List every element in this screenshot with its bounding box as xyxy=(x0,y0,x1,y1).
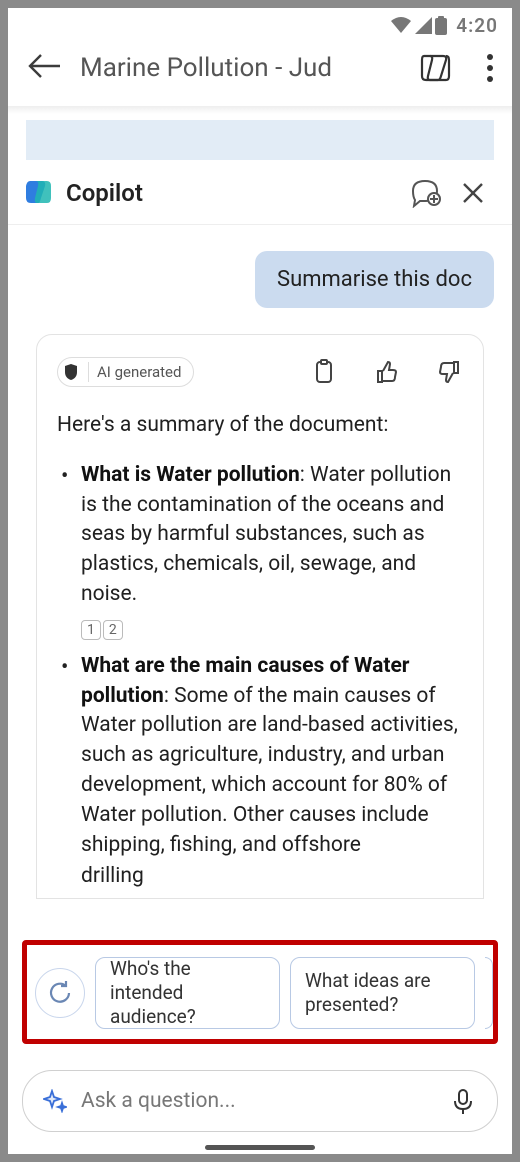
bullet-body: : Some of the main causes of Water pollu… xyxy=(81,684,458,857)
overflow-menu-button[interactable] xyxy=(486,53,494,83)
copilot-launch-button[interactable] xyxy=(418,52,454,84)
suggestion-label: What ideas are presented? xyxy=(305,969,460,1017)
thumbs-down-button[interactable] xyxy=(435,358,463,386)
response-toolbar: AI generated xyxy=(57,357,463,387)
response-intro: Here's a summary of the document: xyxy=(57,411,463,441)
suggestion-audience-button[interactable]: Who's the intended audience? xyxy=(95,957,280,1029)
response-bullet: What are the main causes of Water pollut… xyxy=(81,652,463,861)
ask-input-bar[interactable]: Ask a question... xyxy=(22,1070,498,1132)
ai-badge-label: AI generated xyxy=(97,363,181,381)
suggestion-row-highlighted: Who's the intended audience? What ideas … xyxy=(22,940,498,1044)
chat-scroll-area[interactable]: Summarise this doc AI generated xyxy=(8,225,512,909)
close-button[interactable] xyxy=(456,181,490,205)
ai-generated-badge[interactable]: AI generated xyxy=(57,357,194,387)
user-message-bubble: Summarise this doc xyxy=(255,251,494,308)
status-clock: 4:20 xyxy=(456,14,498,37)
thumbs-up-button[interactable] xyxy=(373,358,401,386)
document-title: Marine Pollution - Jud xyxy=(80,53,400,83)
bullet-title: What is Water pollution xyxy=(81,463,300,487)
citation-chip[interactable]: 2 xyxy=(103,620,123,640)
android-home-indicator[interactable] xyxy=(205,1145,315,1150)
copy-button[interactable] xyxy=(311,358,339,386)
suggestion-ideas-button[interactable]: What ideas are presented? xyxy=(290,957,475,1029)
copilot-panel-title: Copilot xyxy=(66,179,408,207)
back-button[interactable] xyxy=(26,52,62,84)
citation-chip[interactable]: 1 xyxy=(81,620,101,640)
sparkle-icon xyxy=(43,1089,67,1113)
battery-icon xyxy=(435,16,447,35)
android-status-bar: 4:20 xyxy=(8,8,512,42)
document-preview-strip xyxy=(8,114,512,160)
ai-response-card: AI generated Here's a summary of the doc… xyxy=(36,334,484,899)
refresh-suggestions-button[interactable] xyxy=(35,968,85,1018)
new-chat-button[interactable] xyxy=(408,178,442,208)
suggestion-overflow-peek[interactable] xyxy=(485,957,493,1029)
ask-input-placeholder[interactable]: Ask a question... xyxy=(81,1089,439,1113)
copilot-logo-icon xyxy=(22,176,56,210)
truncated-line: drilling xyxy=(57,862,463,892)
signal-icon xyxy=(415,17,432,34)
app-title-bar: Marine Pollution - Jud xyxy=(8,42,512,106)
copilot-panel-header: Copilot xyxy=(8,160,512,225)
shield-icon xyxy=(64,364,80,380)
suggestion-label: Who's the intended audience? xyxy=(110,957,265,1028)
response-bullet: What is Water pollution: Water pollution… xyxy=(81,461,463,644)
header-divider xyxy=(8,106,512,114)
wifi-icon xyxy=(390,16,412,34)
microphone-button[interactable] xyxy=(453,1089,477,1113)
